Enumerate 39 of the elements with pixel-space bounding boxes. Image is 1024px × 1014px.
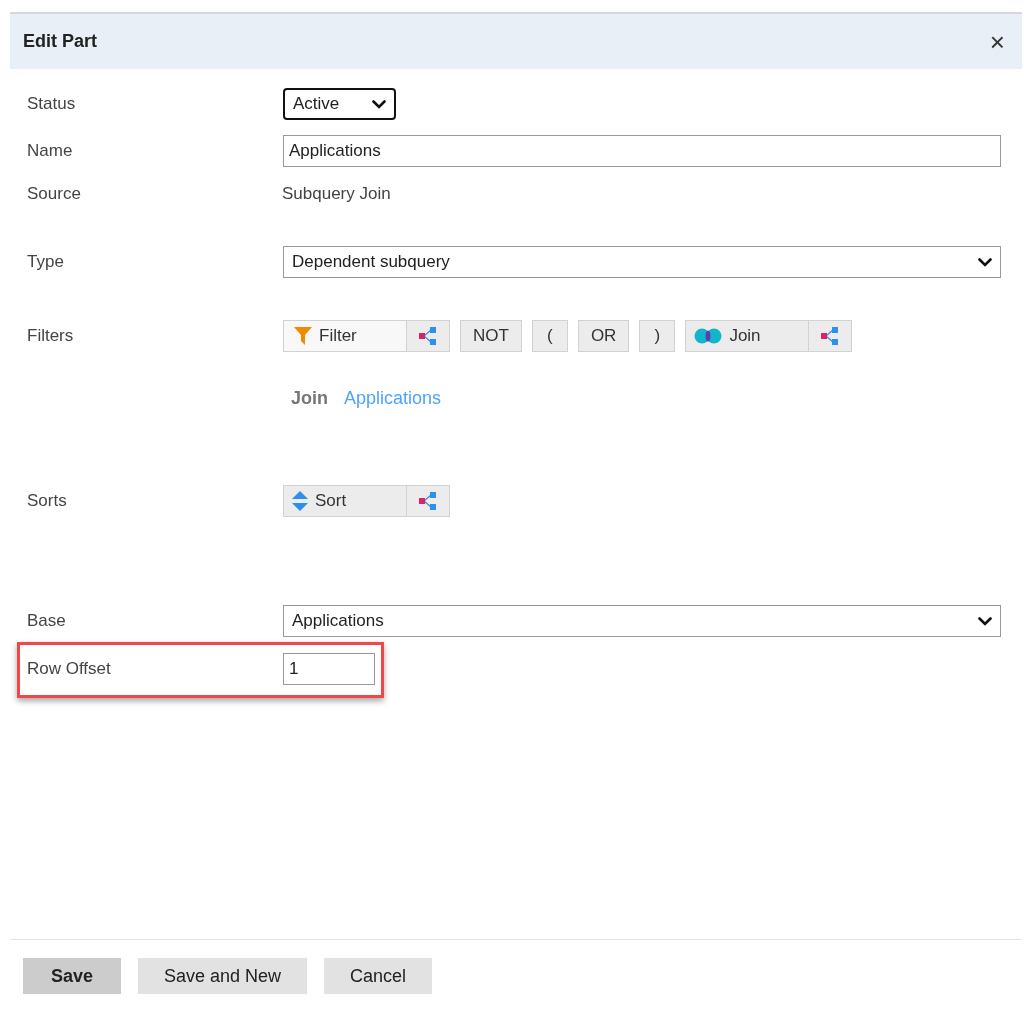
tree-icon <box>418 326 438 346</box>
dialog-title: Edit Part <box>23 30 97 53</box>
footer-button[interactable]: Save and New <box>138 958 308 994</box>
field-label: Source <box>27 183 82 205</box>
overlapping-circles-icon <box>694 328 723 344</box>
sort-button[interactable]: Sort <box>283 485 407 517</box>
dropdown[interactable]: Dependent subquery <box>283 246 1001 278</box>
operator-button[interactable]: NOT <box>460 320 522 352</box>
footer-button[interactable]: Cancel <box>324 958 433 994</box>
field-label: Filters <box>27 325 75 347</box>
clause-label: Join <box>291 387 328 410</box>
field-label: Status <box>27 93 77 115</box>
chevron-down-icon <box>978 257 992 267</box>
tree-button[interactable] <box>407 320 450 352</box>
field-value: Subquery Join <box>282 183 391 205</box>
funnel-icon <box>294 326 312 346</box>
operator-button[interactable]: OR <box>577 320 630 352</box>
tree-button[interactable] <box>407 485 450 517</box>
footer-button[interactable]: Save <box>23 958 121 994</box>
dropdown[interactable]: Active <box>283 88 396 120</box>
up-down-arrows-icon <box>292 491 308 511</box>
dropdown[interactable]: Applications <box>283 605 1001 637</box>
chevron-down-icon <box>372 99 386 109</box>
input-field[interactable]: 1 <box>283 653 375 685</box>
input-field[interactable]: Applications <box>283 135 1001 167</box>
tree-icon <box>418 491 438 511</box>
field-label: Type <box>27 251 65 273</box>
close-button[interactable]: × <box>985 28 1009 55</box>
field-label: Row Offset <box>27 658 112 680</box>
filter-button[interactable]: Filter <box>283 320 407 352</box>
join-button[interactable]: Join <box>685 320 810 352</box>
tree-button[interactable] <box>809 320 853 352</box>
operator-button[interactable]: ( <box>531 320 568 352</box>
field-label: Sorts <box>27 490 68 512</box>
field-label: Name <box>27 140 74 162</box>
chevron-down-icon <box>978 616 992 626</box>
field-label: Base <box>27 610 67 632</box>
operator-button[interactable]: ) <box>639 320 676 352</box>
tree-icon <box>820 326 841 346</box>
